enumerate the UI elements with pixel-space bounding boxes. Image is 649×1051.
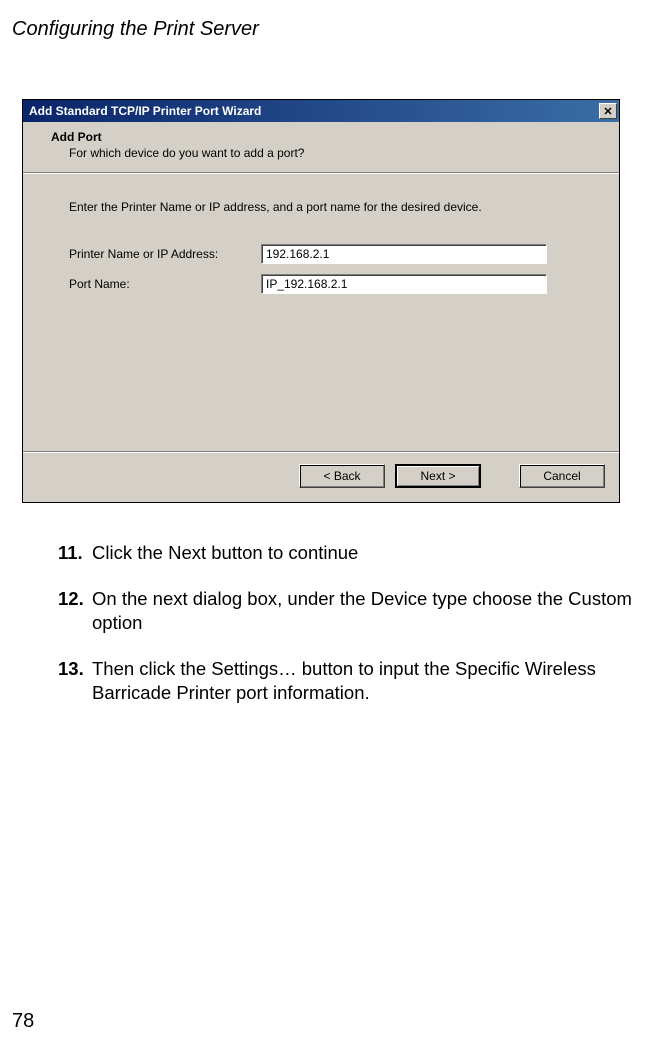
cancel-button[interactable]: Cancel	[519, 464, 605, 488]
button-row: < Back Next > Cancel	[23, 451, 619, 502]
printer-name-input[interactable]	[261, 244, 547, 264]
step-text: Then click the Settings… button to input…	[92, 657, 639, 705]
step-13: 13. Then click the Settings… button to i…	[58, 657, 639, 705]
field-row-port: Port Name:	[69, 274, 583, 294]
step-number: 11.	[58, 541, 92, 565]
instruction-list: 11. Click the Next button to continue 12…	[58, 541, 639, 705]
step-text: On the next dialog box, under the Device…	[92, 587, 639, 635]
step-12: 12. On the next dialog box, under the De…	[58, 587, 639, 635]
step-text: Click the Next button to continue	[92, 541, 639, 565]
banner-title: Add Port	[51, 130, 599, 144]
page-number: 78	[12, 1010, 34, 1033]
wizard-body: Enter the Printer Name or IP address, an…	[23, 173, 619, 451]
port-name-label: Port Name:	[69, 277, 261, 291]
body-instruction: Enter the Printer Name or IP address, an…	[69, 200, 583, 214]
close-button[interactable]: ✕	[599, 103, 617, 119]
next-button[interactable]: Next >	[395, 464, 481, 488]
close-icon: ✕	[603, 105, 612, 118]
titlebar: Add Standard TCP/IP Printer Port Wizard …	[23, 100, 619, 122]
port-name-input[interactable]	[261, 274, 547, 294]
window-title: Add Standard TCP/IP Printer Port Wizard	[29, 104, 261, 118]
step-11: 11. Click the Next button to continue	[58, 541, 639, 565]
page-header: Configuring the Print Server	[0, 0, 649, 41]
wizard-banner: Add Port For which device do you want to…	[23, 122, 619, 173]
step-number: 13.	[58, 657, 92, 705]
wizard-dialog: Add Standard TCP/IP Printer Port Wizard …	[22, 99, 620, 503]
field-row-printer: Printer Name or IP Address:	[69, 244, 583, 264]
button-gap	[491, 464, 509, 488]
step-number: 12.	[58, 587, 92, 635]
printer-name-label: Printer Name or IP Address:	[69, 247, 261, 261]
dialog-screenshot: Add Standard TCP/IP Printer Port Wizard …	[22, 99, 620, 503]
back-button[interactable]: < Back	[299, 464, 385, 488]
banner-subtitle: For which device do you want to add a po…	[51, 146, 599, 160]
